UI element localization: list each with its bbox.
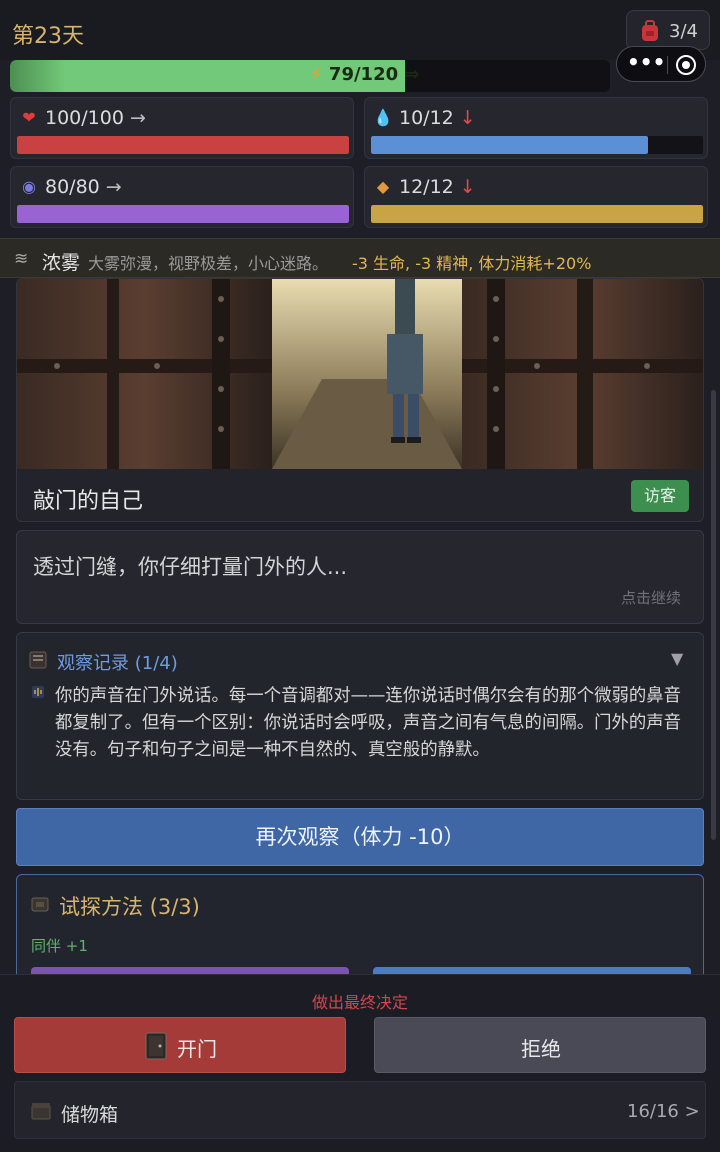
observe-again-label: 再次观察（体力 -10） [255, 825, 465, 849]
storage-box-label: 储物箱 [61, 1104, 119, 1126]
mini-program-capsule: ••• [616, 46, 706, 82]
stat-trend-icon: → [129, 107, 146, 129]
visitor-tag-badge: 访客 [631, 480, 689, 512]
stat-bar-fill [17, 136, 349, 154]
decision-label: 做出最终决定 [311, 993, 408, 1012]
stat-bar [17, 136, 349, 154]
refuse-button[interactable]: 拒绝 [374, 1017, 706, 1073]
observation-entry: 你的声音在门外说话。每一个音调都对——连你说话时偶尔会有的那个微弱的鼻音都复制了… [55, 686, 682, 760]
weather-effect: -3 生命, -3 精神, 体力消耗+20% [352, 254, 592, 273]
sound-icon [32, 686, 44, 698]
backpack-icon [642, 20, 658, 41]
stat-value-food: 12/12 ↓ [399, 176, 476, 198]
stamina-label: ⚡ 79/120 ⇒ [310, 64, 419, 85]
stat-bar [17, 205, 349, 223]
scene-illustration [17, 279, 703, 469]
lightning-icon: ⚡ [310, 64, 323, 85]
test-methods-panel: 试探方法 (3/3) 同伴 +1 [16, 874, 704, 984]
stat-bar [371, 205, 703, 223]
scrollbar[interactable] [711, 390, 716, 840]
capsule-divider [667, 56, 668, 74]
stamina-bar: ⚡ 79/120 ⇒ [10, 60, 610, 92]
open-door-button[interactable]: 开门 [14, 1017, 346, 1073]
more-menu-button[interactable]: ••• [627, 51, 665, 77]
brain-icon: ◉ [22, 177, 36, 196]
stat-number: 80/80 [45, 176, 100, 198]
backpack-button[interactable]: 3/4 [626, 10, 710, 50]
stat-bar [371, 136, 703, 154]
stat-trend-icon: ↓ [459, 176, 476, 198]
stat-card-health: ❤ 100/100 → [10, 97, 354, 159]
backpack-count: 3/4 [669, 21, 698, 42]
fog-icon: ≋ [14, 249, 29, 269]
stat-trend-icon: ↓ [459, 107, 476, 129]
stat-number: 12/12 [399, 176, 454, 198]
open-door-label: 开门 [177, 1037, 217, 1061]
stat-bar-fill [17, 205, 349, 223]
stat-trend-icon: → [105, 176, 122, 198]
stat-value-health: 100/100 → [45, 107, 146, 129]
storage-box-button[interactable]: 储物箱 16/16 > [14, 1081, 706, 1139]
stat-card-food: ◆ 12/12 ↓ [364, 166, 708, 228]
stat-bar-fill [371, 205, 703, 223]
continue-hint: 点击继续 [621, 589, 682, 607]
observation-log: 观察记录 (1/4) ▼ 你的声音在门外说话。每一个音调都对——连你说话时偶尔会… [16, 632, 704, 800]
heart-icon: ❤ [22, 108, 36, 127]
dialog-box[interactable]: 透过门缝，你仔细打量门外的人... 点击继续 [16, 530, 704, 624]
water-drop-icon: 💧 [373, 108, 393, 127]
storage-box-count: 16/16 > [627, 1101, 700, 1122]
test-methods-title: 试探方法 (3/3) [59, 895, 200, 919]
stat-bar-fill [371, 136, 648, 154]
target-icon[interactable] [676, 55, 696, 75]
toolbox-icon [31, 897, 49, 912]
stat-value-spirit: 80/80 → [45, 176, 122, 198]
weather-banner: ≋ 浓雾 大雾弥漫，视野极差，小心迷路。 -3 生命, -3 精神, 体力消耗+… [0, 238, 720, 278]
weather-name: 浓雾 [42, 252, 81, 274]
visitor-name: 敲门的自己 [33, 489, 144, 514]
stat-number: 10/12 [399, 107, 454, 129]
weather-description: 大雾弥漫，视野极差，小心迷路。 [88, 254, 329, 273]
notebook-icon [29, 651, 47, 669]
stat-card-spirit: ◉ 80/80 → [10, 166, 354, 228]
stat-number: 100/100 [45, 107, 124, 129]
storage-box-icon [31, 1103, 51, 1120]
top-bar: 第23天 3/4 [0, 0, 720, 60]
stat-card-water: 💧 10/12 ↓ [364, 97, 708, 159]
collapse-toggle-icon[interactable]: ▼ [671, 649, 683, 668]
observe-again-button[interactable]: 再次观察（体力 -10） [16, 808, 704, 866]
encounter-card: 敲门的自己 访客 [16, 278, 704, 522]
stamina-value: 79/120 ⇒ [328, 64, 420, 85]
companion-bonus: 同伴 +1 [31, 937, 88, 955]
refuse-label: 拒绝 [521, 1037, 561, 1061]
observation-log-title: 观察记录 (1/4) [57, 653, 178, 674]
day-counter: 第23天 [12, 24, 84, 49]
dialog-text: 透过门缝，你仔细打量门外的人... [33, 555, 348, 579]
decision-panel: 做出最终决定 开门 拒绝 储物箱 16/16 > [0, 974, 720, 1152]
door-icon [145, 1032, 167, 1060]
stat-value-water: 10/12 ↓ [399, 107, 476, 129]
bread-icon: ◆ [376, 177, 390, 196]
